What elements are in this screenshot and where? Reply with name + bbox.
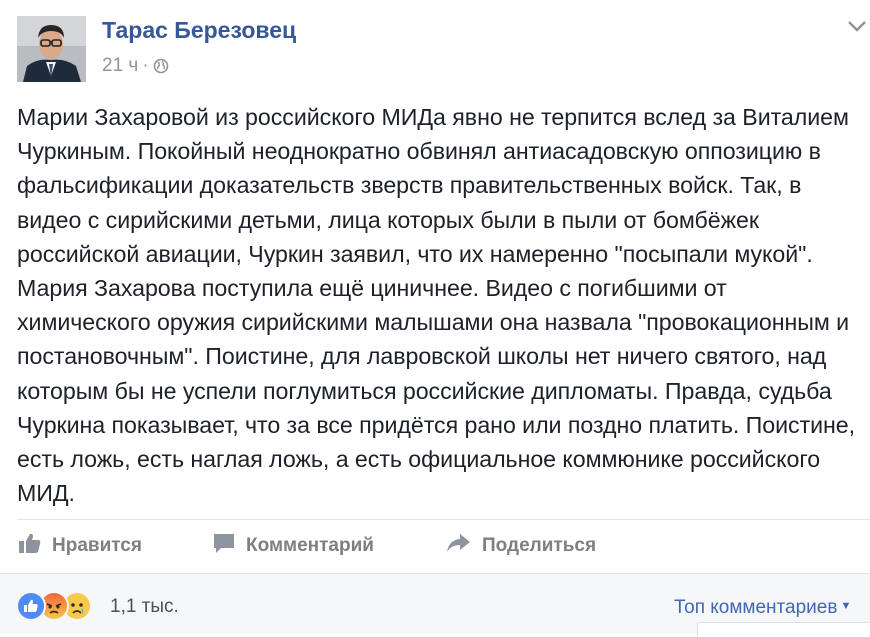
- post-header: Тарас Березовец 21 ч ·: [0, 0, 870, 100]
- post-body-text: Марии Захаровой из российского МИДа явно…: [17, 104, 856, 507]
- comment-sort-dropdown[interactable]: Топ комментариев ▼: [674, 597, 851, 619]
- speech-bubble-icon: [212, 532, 246, 560]
- share-label: Поделиться: [482, 535, 597, 556]
- reaction-count[interactable]: 1,1 тыс.: [110, 596, 179, 618]
- divider: [17, 519, 870, 520]
- avatar-image: [17, 16, 86, 82]
- reactions-summary[interactable]: [16, 591, 92, 621]
- globe-icon[interactable]: [153, 58, 169, 80]
- share-button[interactable]: Поделиться: [446, 532, 596, 560]
- post-timestamp[interactable]: 21 ч: [102, 55, 138, 76]
- comment-label: Комментарий: [246, 535, 374, 556]
- thumbs-up-icon: [18, 532, 52, 560]
- post-meta: 21 ч ·: [102, 55, 169, 80]
- like-reaction-icon: [16, 591, 46, 621]
- avatar[interactable]: [17, 16, 86, 82]
- caret-down-icon: ▼: [840, 600, 852, 612]
- chevron-down-icon[interactable]: [846, 18, 868, 34]
- comment-button[interactable]: Комментарий: [212, 532, 374, 560]
- comment-input-edge[interactable]: [697, 622, 870, 637]
- share-arrow-icon: [446, 532, 482, 560]
- like-button[interactable]: Нравится: [18, 532, 142, 560]
- meta-separator: ·: [142, 55, 149, 76]
- sort-label: Топ комментариев: [674, 597, 838, 618]
- author-name[interactable]: Тарас Березовец: [102, 17, 296, 44]
- like-label: Нравится: [52, 535, 142, 556]
